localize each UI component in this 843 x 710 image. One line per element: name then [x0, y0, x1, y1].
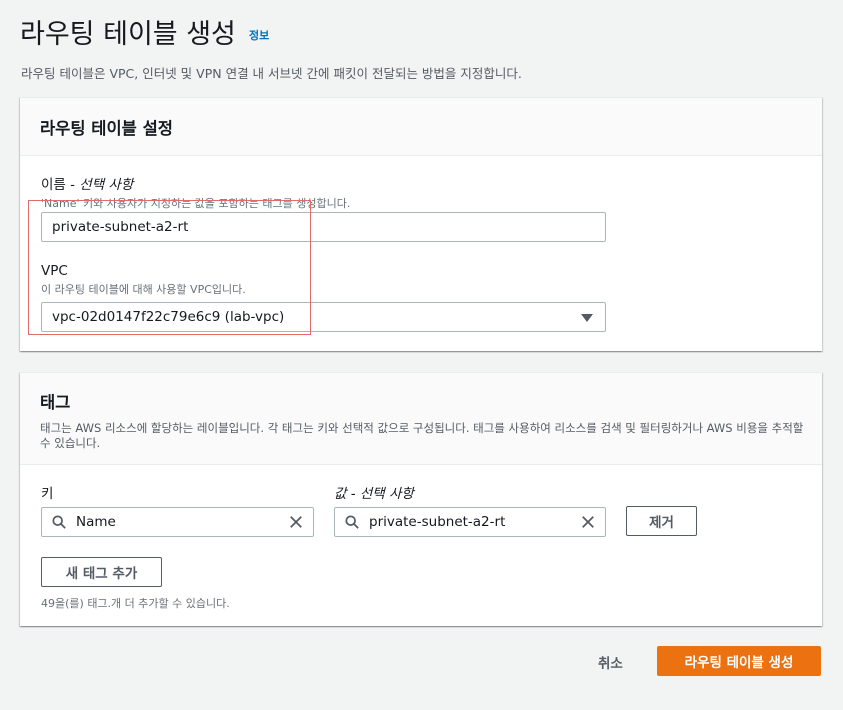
tag-value-value: private-subnet-a2-rt: [369, 514, 506, 530]
vpc-select[interactable]: vpc-02d0147f22c79e6c9 (lab-vpc): [41, 302, 606, 332]
close-icon[interactable]: [289, 515, 303, 529]
tag-key-value: Name: [76, 514, 116, 530]
tags-panel-title: 태그: [40, 393, 71, 412]
remove-tag-button[interactable]: 제거: [626, 506, 697, 536]
name-label-text: 이름 -: [41, 177, 80, 193]
info-link[interactable]: 정보: [249, 29, 269, 42]
vpc-field-group: VPC 이 라우팅 테이블에 대해 사용할 VPC입니다.: [41, 263, 246, 297]
name-input-value: private-subnet-a2-rt: [52, 219, 189, 235]
caret-down-icon: [581, 314, 593, 322]
vpc-field-description: 이 라우팅 테이블에 대해 사용할 VPC입니다.: [41, 283, 246, 296]
vpc-select-value: vpc-02d0147f22c79e6c9 (lab-vpc): [52, 309, 285, 325]
name-optional-text: 선택 사항: [79, 177, 134, 193]
page-title: 라우팅 테이블 생성: [20, 19, 236, 50]
tag-key-label: 키: [41, 486, 54, 502]
tag-value-label-text: 값 -: [334, 486, 360, 502]
tags-panel-header: 태그 태그는 AWS 리소스에 할당하는 레이블입니다. 각 태그는 키와 선택…: [20, 373, 822, 465]
tags-panel: 태그 태그는 AWS 리소스에 할당하는 레이블입니다. 각 태그는 키와 선택…: [20, 372, 822, 626]
add-tag-button[interactable]: 새 태그 추가: [41, 557, 162, 587]
create-route-table-button[interactable]: 라우팅 테이블 생성: [657, 646, 821, 676]
close-icon[interactable]: [581, 515, 595, 529]
tags-remaining-text: 49을(를) 태그.개 더 추가할 수 있습니다.: [41, 597, 230, 610]
name-input[interactable]: private-subnet-a2-rt: [41, 212, 606, 242]
settings-panel-header: 라우팅 테이블 설정: [20, 98, 822, 156]
vpc-field-label: VPC: [41, 263, 68, 279]
page-header: 라우팅 테이블 생성 정보: [20, 12, 269, 51]
search-icon: [345, 515, 359, 529]
tag-key-input[interactable]: Name: [41, 507, 314, 537]
page-description: 라우팅 테이블은 VPC, 인터넷 및 VPN 연결 내 서브넷 간에 패킷이 …: [21, 66, 522, 81]
name-field-label: 이름 - 선택 사항: [41, 173, 350, 193]
name-field-group: 이름 - 선택 사항 'Name' 키와 사용자가 지정하는 값을 포함하는 태…: [41, 173, 350, 211]
search-icon: [52, 515, 66, 529]
tag-value-label: 값 - 선택 사항: [334, 482, 414, 502]
tag-value-input[interactable]: private-subnet-a2-rt: [334, 507, 606, 537]
settings-panel-title: 라우팅 테이블 설정: [40, 118, 173, 138]
tag-value-optional-text: 선택 사항: [359, 486, 414, 502]
route-table-settings-panel: 라우팅 테이블 설정 이름 - 선택 사항 'Name' 키와 사용자가 지정하…: [20, 97, 822, 351]
tags-panel-description: 태그는 AWS 리소스에 할당하는 레이블입니다. 각 태그는 키와 선택적 값…: [40, 421, 804, 450]
name-field-description: 'Name' 키와 사용자가 지정하는 값을 포함하는 태그를 생성합니다.: [41, 197, 351, 210]
cancel-button[interactable]: 취소: [598, 652, 623, 672]
